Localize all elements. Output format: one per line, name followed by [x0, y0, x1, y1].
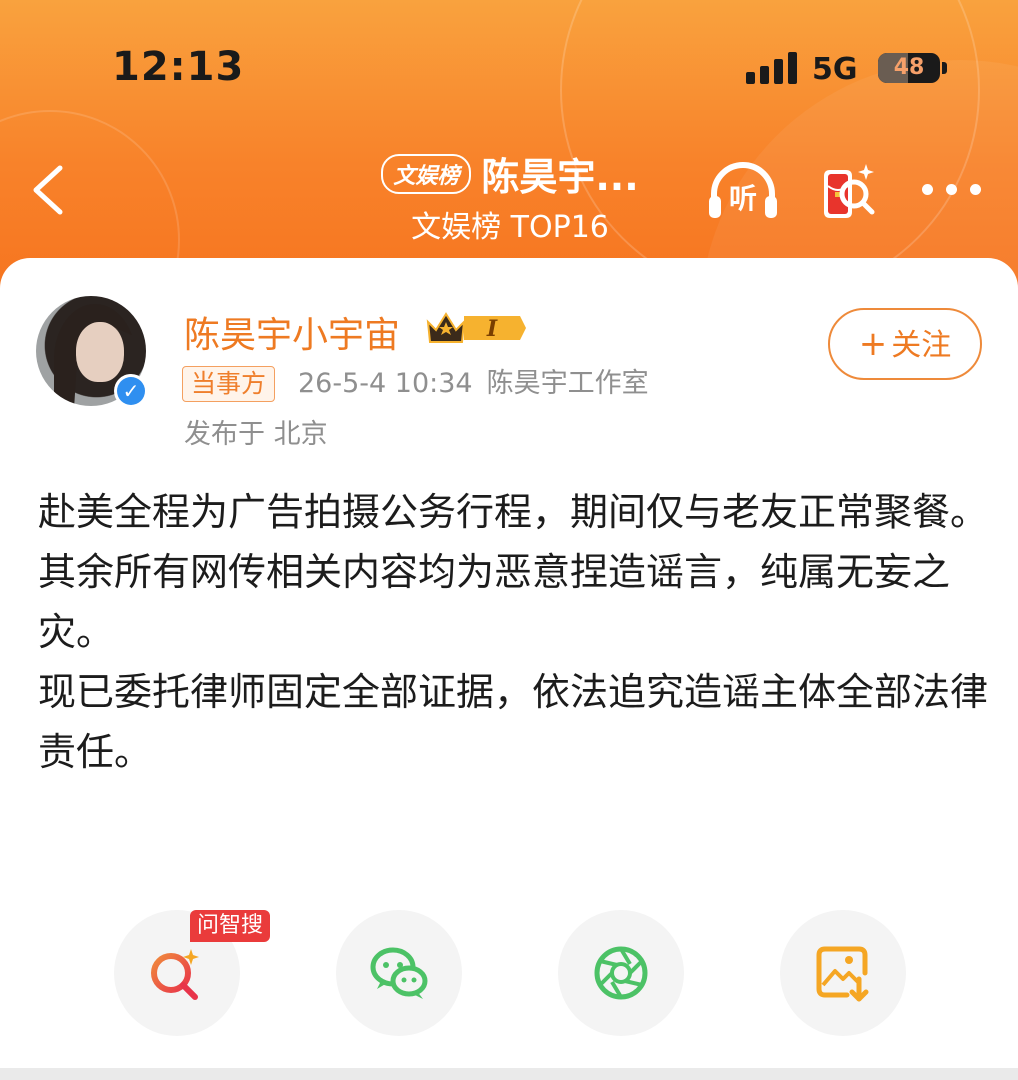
post-location: 发布于 北京: [184, 419, 328, 450]
ask-smart-search-badge: 问智搜: [190, 910, 271, 942]
listen-button[interactable]: 听: [706, 160, 780, 224]
signal-icon: [746, 52, 798, 84]
smart-search-icon: [151, 949, 199, 1000]
red-envelope-search-icon: [824, 164, 875, 218]
follow-label: 关注: [891, 328, 952, 363]
status-time: 12:13: [112, 44, 245, 90]
more-button[interactable]: [920, 180, 984, 200]
listen-label: 听: [729, 182, 757, 215]
member-badge-text: I: [486, 316, 498, 342]
post-paragraph: 其余所有网传相关内容均为恶意捏造谣言，纯属无妄之灾。: [38, 550, 951, 654]
network-type: 5G: [812, 52, 858, 87]
save-image-icon: [816, 946, 869, 1002]
red-envelope-search-button[interactable]: [814, 158, 880, 224]
wechat-icon: [370, 947, 428, 999]
back-icon: [33, 165, 63, 215]
rank-subtitle[interactable]: 文娱榜 TOP16: [340, 202, 680, 246]
member-crown-badge[interactable]: I: [424, 308, 528, 348]
back-button[interactable]: [26, 160, 74, 220]
post-meta: 26-5-4 10:34 陈昊宇工作室: [298, 366, 649, 402]
headphones-icon: 听: [709, 162, 777, 218]
share-moments-button[interactable]: [558, 910, 684, 1036]
plus-icon: +: [858, 324, 888, 364]
bottom-divider: [0, 1068, 1018, 1080]
battery-percent: 48: [893, 55, 925, 80]
party-tag: 当事方: [182, 366, 276, 402]
save-image-button[interactable]: [780, 910, 906, 1036]
verified-icon: ✓: [117, 377, 145, 405]
username[interactable]: 陈昊宇小宇宙: [184, 306, 400, 358]
post-paragraph: 现已委托律师固定全部证据，依法追究造谣主体全部法律责任。: [38, 670, 989, 774]
wenyu-rank-badge: 文娱榜: [381, 153, 472, 194]
verified-badge: ✓: [114, 374, 148, 408]
page-title: 陈昊宇...: [481, 155, 639, 199]
post-paragraph: 赴美全程为广告拍摄公务行程，期间仅与老友正常聚餐。: [38, 490, 989, 534]
battery-icon: 48: [878, 53, 940, 83]
post-source: 陈昊宇工作室: [486, 368, 649, 399]
follow-button[interactable]: + 关注: [828, 308, 982, 380]
moments-icon: [594, 946, 648, 1000]
crown-icon: I: [426, 312, 526, 343]
battery-tip: [942, 62, 947, 74]
post-datetime: 26-5-4 10:34: [298, 368, 473, 399]
share-wechat-button[interactable]: [336, 910, 462, 1036]
more-icon: [920, 180, 984, 200]
post-body: 赴美全程为广告拍摄公务行程，期间仅与老友正常聚餐。 其余所有网传相关内容均为恶意…: [38, 482, 988, 782]
topic-title[interactable]: 文娱榜 陈昊宇...: [340, 146, 680, 201]
